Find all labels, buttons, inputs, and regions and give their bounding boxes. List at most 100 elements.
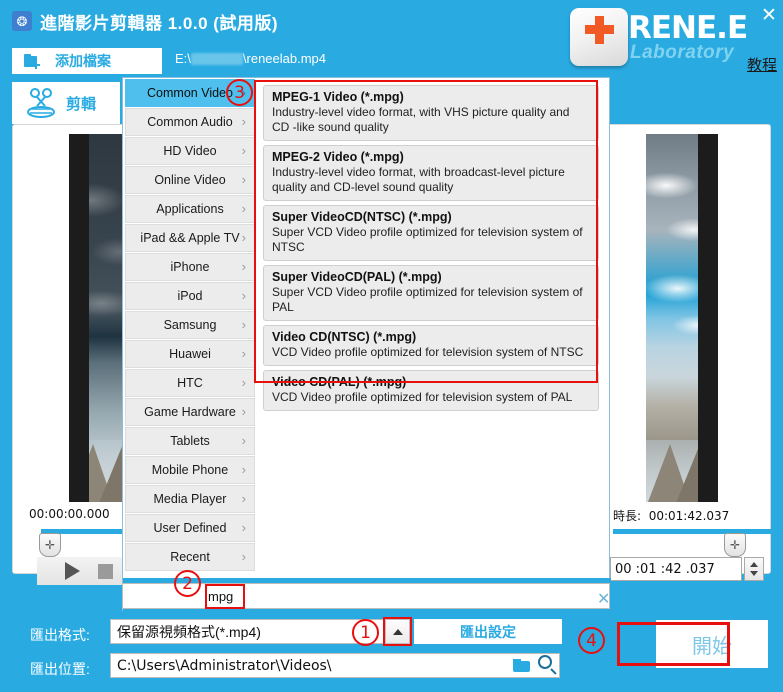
folder-icon[interactable] (513, 659, 530, 672)
category-label: Game Hardware (144, 405, 236, 419)
clear-icon[interactable]: ✕ (597, 589, 610, 609)
play-icon[interactable] (65, 562, 80, 580)
category-item-media-player[interactable]: Media Player › (125, 485, 255, 513)
chevron-right-icon: › (241, 85, 246, 100)
category-item-user-defined[interactable]: User Defined › (125, 514, 255, 542)
close-icon[interactable]: ✕ (759, 6, 779, 26)
application-window: ❂ 進階影片剪輯器 1.0.0 (試用版) RENE.E Laboratory … (0, 0, 783, 692)
category-item-huawei[interactable]: Huawei › (125, 340, 255, 368)
trim-handle-right[interactable] (724, 533, 746, 557)
chevron-right-icon: › (241, 346, 246, 361)
format-item[interactable]: Video CD(PAL) (*.mpg) VCD Video profile … (263, 370, 599, 411)
chevron-right-icon: › (241, 549, 246, 564)
format-item[interactable]: Video CD(NTSC) (*.mpg) VCD Video profile… (263, 325, 599, 366)
category-label: HTC (177, 376, 203, 390)
format-item[interactable]: Super VideoCD(PAL) (*.mpg) Super VCD Vid… (263, 265, 599, 321)
duration-label: 時長: (613, 509, 642, 523)
chevron-right-icon: › (241, 114, 246, 129)
format-name: MPEG-1 Video (*.mpg) (272, 90, 404, 104)
format-name: Video CD(NTSC) (*.mpg) (272, 330, 417, 344)
category-item-online-video[interactable]: Online Video › (125, 166, 255, 194)
brand-logo: RENE.E Laboratory (560, 2, 775, 80)
time-input[interactable]: 00 :01 :42 .037 (610, 557, 742, 581)
tab-edit-label: 剪輯 (66, 95, 97, 113)
export-settings-button[interactable]: 匯出設定 (414, 619, 562, 644)
format-item[interactable]: MPEG-1 Video (*.mpg) Industry-level vide… (263, 85, 599, 141)
format-item[interactable]: Super VideoCD(NTSC) (*.mpg) Super VCD Vi… (263, 205, 599, 261)
chevron-right-icon: › (241, 520, 246, 535)
format-name: MPEG-2 Video (*.mpg) (272, 150, 404, 164)
format-description: Industry-level video format, with broadc… (272, 165, 565, 194)
search-input[interactable] (205, 585, 595, 607)
file-path-suffix: \reneelab.mp4 (242, 51, 327, 66)
format-category-list: Common Video › Common Audio › HD Video › On… (123, 78, 257, 574)
format-name: Video CD(PAL) (*.mpg) (272, 375, 407, 389)
scissors-icon (24, 87, 58, 119)
chevron-right-icon: › (241, 317, 246, 332)
letterbox-bar-right (698, 134, 718, 502)
category-item-samsung[interactable]: Samsung › (125, 311, 255, 339)
magnifier-icon[interactable] (537, 654, 559, 676)
category-item-mobile-phone[interactable]: Mobile Phone › (125, 456, 255, 484)
category-label: iPad && Apple TV (140, 231, 240, 245)
category-label: Mobile Phone (151, 463, 229, 477)
category-item-iphone[interactable]: iPhone › (125, 253, 255, 281)
format-dropdown-toggle[interactable] (385, 619, 410, 644)
chevron-right-icon: › (241, 201, 246, 216)
timeline-track-right[interactable] (613, 529, 773, 534)
category-label: Applications (156, 202, 224, 216)
tutorial-link[interactable]: 教程 (747, 54, 777, 75)
preview-right-duration: 時長: 00:01:42.037 (613, 507, 729, 524)
format-name: Super VideoCD(NTSC) (*.mpg) (272, 210, 452, 224)
start-button[interactable]: 開始 (656, 620, 768, 668)
category-label: Online Video (154, 173, 226, 187)
redacted-path-segment (190, 53, 243, 65)
caret-up-icon (393, 629, 403, 635)
red-cross-keycap-icon (570, 8, 628, 66)
duration-value: 00:01:42.037 (648, 509, 730, 523)
file-path-text: E:\ \reneelab.mp4 (175, 51, 326, 66)
category-label: Media Player (153, 492, 227, 506)
chevron-right-icon: › (241, 230, 246, 245)
format-description: Super VCD Video profile optimized for te… (272, 225, 583, 254)
category-item-htc[interactable]: HTC › (125, 369, 255, 397)
brand-name: RENE.E (628, 10, 748, 46)
category-item-ipad-apple-tv[interactable]: iPad && Apple TV › (125, 224, 255, 252)
format-description: Super VCD Video profile optimized for te… (272, 285, 583, 314)
add-file-button[interactable]: 添加檔案 (12, 48, 162, 74)
category-item-hd-video[interactable]: HD Video › (125, 137, 255, 165)
letterbox-bar-left (69, 134, 89, 502)
format-list: MPEG-1 Video (*.mpg) Industry-level vide… (259, 82, 603, 574)
chevron-right-icon: › (241, 404, 246, 419)
trim-handle-left[interactable] (39, 533, 61, 557)
preview-left-timestamp: 00:00:00.000 (29, 507, 110, 521)
add-file-label: 添加檔案 (55, 53, 111, 69)
spinner-arrows-icon[interactable] (744, 557, 764, 581)
stop-icon[interactable] (98, 563, 113, 579)
export-location-label: 匯出位置: (30, 661, 90, 677)
category-label: Common Audio (147, 115, 233, 129)
category-label: Tablets (170, 434, 210, 448)
category-label: iPod (177, 289, 203, 303)
category-label: HD Video (163, 144, 217, 158)
category-item-common-video[interactable]: Common Video › (125, 79, 255, 107)
category-label: Samsung (163, 318, 217, 332)
tab-edit[interactable]: 剪輯 (12, 82, 120, 124)
export-location-value[interactable]: C:\Users\Administrator\Videos\ (110, 653, 560, 678)
chevron-right-icon: › (241, 433, 246, 448)
category-item-recent[interactable]: Recent › (125, 543, 255, 571)
chevron-right-icon: › (241, 172, 246, 187)
format-item[interactable]: MPEG-2 Video (*.mpg) Industry-level vide… (263, 145, 599, 201)
export-format-value[interactable]: 保留源視頻格式(*.mp4) (110, 619, 385, 644)
film-reel-icon: ❂ (12, 11, 32, 31)
category-item-ipod[interactable]: iPod › (125, 282, 255, 310)
category-item-tablets[interactable]: Tablets › (125, 427, 255, 455)
category-label: iPhone (170, 260, 210, 274)
annotation-marker-4: 4 (578, 627, 605, 654)
chevron-right-icon: › (241, 462, 246, 477)
category-item-game-hardware[interactable]: Game Hardware › (125, 398, 255, 426)
category-item-common-audio[interactable]: Common Audio › (125, 108, 255, 136)
brand-subtitle: Laboratory (630, 42, 735, 63)
category-item-applications[interactable]: Applications › (125, 195, 255, 223)
add-file-icon (24, 53, 41, 69)
